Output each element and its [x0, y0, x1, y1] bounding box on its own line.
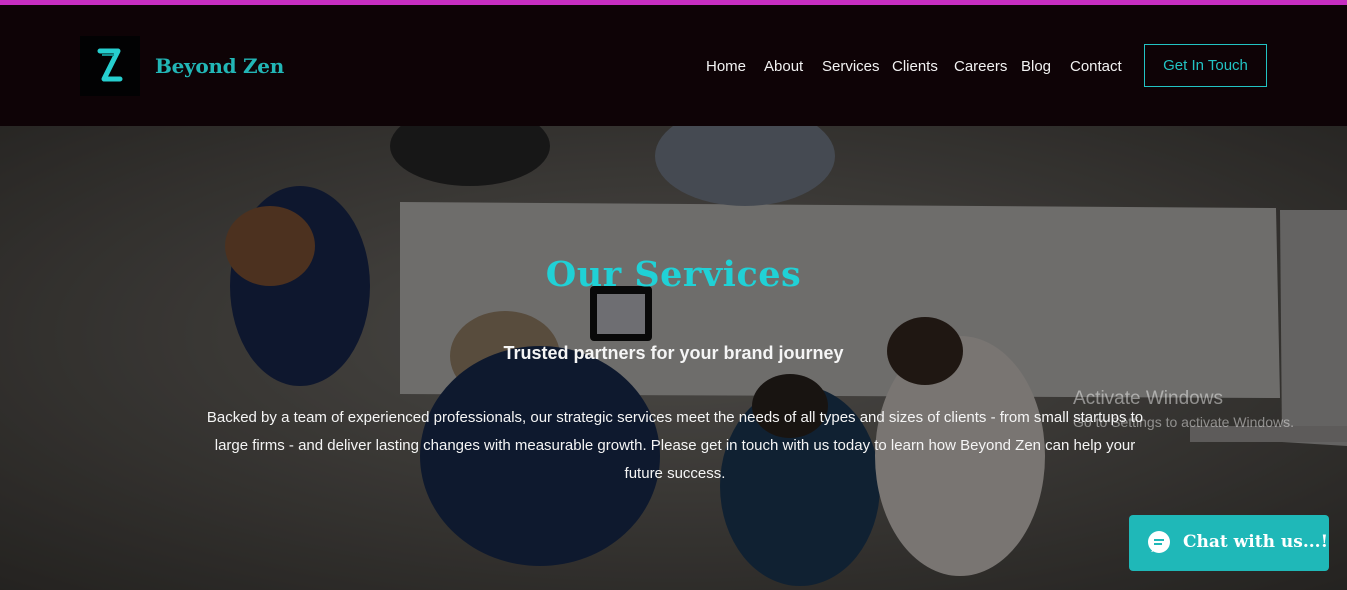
get-in-touch-button[interactable]: Get In Touch: [1144, 44, 1267, 87]
logo[interactable]: [80, 36, 140, 96]
watermark-line-1: Activate Windows: [1073, 388, 1223, 409]
brand-name[interactable]: Beyond Zen: [155, 54, 284, 78]
chat-bubble-icon: [1148, 531, 1170, 553]
chat-label: Chat with us...!: [1183, 532, 1329, 552]
windows-activation-watermark: Activate Windows Go to Settings to activ…: [1073, 388, 1294, 430]
site-header: Beyond Zen Home About Services Clients C…: [0, 5, 1347, 126]
chat-widget-button[interactable]: Chat with us...!: [1129, 515, 1329, 571]
nav-blog[interactable]: Blog: [1021, 58, 1051, 75]
watermark-line-2: Go to Settings to activate Windows.: [1073, 414, 1294, 430]
z-logo-icon: [97, 48, 123, 82]
nav-about[interactable]: About: [764, 58, 803, 75]
nav-clients[interactable]: Clients: [892, 58, 938, 75]
hero-description: Backed by a team of experienced professi…: [206, 409, 1144, 482]
page-title: Our Services: [545, 254, 802, 295]
nav-careers[interactable]: Careers: [954, 58, 1007, 75]
nav-contact[interactable]: Contact: [1070, 58, 1122, 75]
nav-home[interactable]: Home: [706, 58, 746, 75]
hero-subtitle: Trusted partners for your brand journey: [503, 343, 844, 363]
nav-services[interactable]: Services: [822, 58, 880, 75]
